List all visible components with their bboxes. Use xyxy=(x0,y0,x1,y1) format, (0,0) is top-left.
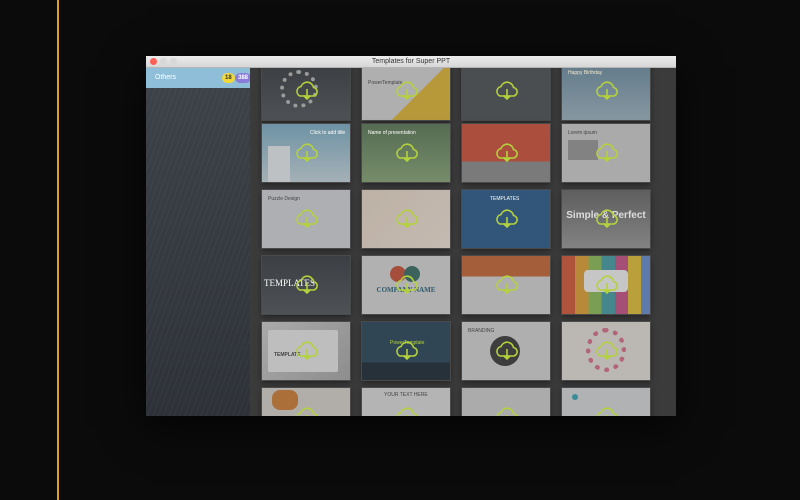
cloud-download-icon[interactable] xyxy=(593,271,621,299)
template-tile[interactable] xyxy=(462,388,550,416)
template-tile[interactable] xyxy=(462,124,550,182)
sidebar-item-others[interactable]: Others 18 388 xyxy=(146,68,252,88)
template-tile[interactable] xyxy=(562,322,650,380)
sidebar-item-label: Others xyxy=(155,74,177,81)
template-tile[interactable] xyxy=(562,256,650,314)
template-tile[interactable]: YOUR TEXT HERE xyxy=(362,388,450,416)
window-title: Templates for Super PPT xyxy=(371,58,451,65)
cloud-download-icon[interactable] xyxy=(393,77,421,105)
template-grid: PowerTemplate Happy Birthday Click to ad… xyxy=(250,68,676,416)
template-tile[interactable]: TEMPLATE xyxy=(262,322,350,380)
cloud-download-icon[interactable] xyxy=(493,205,521,233)
cloud-download-icon[interactable] xyxy=(593,205,621,233)
template-tile[interactable]: Simple & Perfect xyxy=(562,190,650,248)
template-tile[interactable]: Happy Birthday xyxy=(562,68,650,120)
cloud-download-icon[interactable] xyxy=(293,337,321,365)
template-tile[interactable]: Lorem ipsum xyxy=(562,124,650,182)
cloud-download-icon[interactable] xyxy=(493,271,521,299)
template-tile[interactable] xyxy=(462,256,550,314)
template-tile[interactable] xyxy=(562,388,650,416)
template-tile[interactable]: Name of presentation xyxy=(362,124,450,182)
cloud-download-icon[interactable] xyxy=(593,403,621,416)
sidebar: Others 18 388 xyxy=(146,68,252,416)
cloud-download-icon[interactable] xyxy=(393,205,421,233)
template-tile[interactable]: Click to add title xyxy=(262,124,350,182)
cloud-download-icon[interactable] xyxy=(493,77,521,105)
cloud-download-icon[interactable] xyxy=(393,337,421,365)
cloud-download-icon[interactable] xyxy=(293,139,321,167)
cloud-download-icon[interactable] xyxy=(393,403,421,416)
total-count-badge: 388 xyxy=(235,73,252,83)
template-tile[interactable]: BRANDING xyxy=(462,322,550,380)
template-tile[interactable]: TEMPLATES xyxy=(262,256,350,314)
cloud-download-icon[interactable] xyxy=(593,337,621,365)
cloud-download-icon[interactable] xyxy=(593,77,621,105)
cloud-download-icon[interactable] xyxy=(493,403,521,416)
cloud-download-icon[interactable] xyxy=(493,139,521,167)
accent-divider xyxy=(57,0,59,500)
cloud-download-icon[interactable] xyxy=(293,271,321,299)
template-tile[interactable]: Puzzle Design xyxy=(262,190,350,248)
template-tile[interactable] xyxy=(462,68,550,120)
cloud-download-icon[interactable] xyxy=(293,77,321,105)
template-tile[interactable] xyxy=(262,388,350,416)
template-tile[interactable]: PowerTemplate xyxy=(362,322,450,380)
template-tile[interactable]: COMPANY NAME xyxy=(362,256,450,314)
template-tile[interactable]: PowerTemplate xyxy=(362,68,450,120)
title-bar: Templates for Super PPT xyxy=(146,56,676,68)
template-tile[interactable] xyxy=(362,190,450,248)
grid-scrollbar[interactable] xyxy=(672,68,676,416)
cloud-download-icon[interactable] xyxy=(293,403,321,416)
cloud-download-icon[interactable] xyxy=(393,139,421,167)
template-tile[interactable]: TEMPLATES xyxy=(462,190,550,248)
cloud-download-icon[interactable] xyxy=(593,139,621,167)
app-window: Templates for Super PPT Others 18 388 Po… xyxy=(146,56,676,416)
cloud-download-icon[interactable] xyxy=(293,205,321,233)
downloaded-count-badge: 18 xyxy=(222,73,235,83)
cloud-download-icon[interactable] xyxy=(493,337,521,365)
template-tile[interactable] xyxy=(262,68,350,120)
cloud-download-icon[interactable] xyxy=(393,271,421,299)
